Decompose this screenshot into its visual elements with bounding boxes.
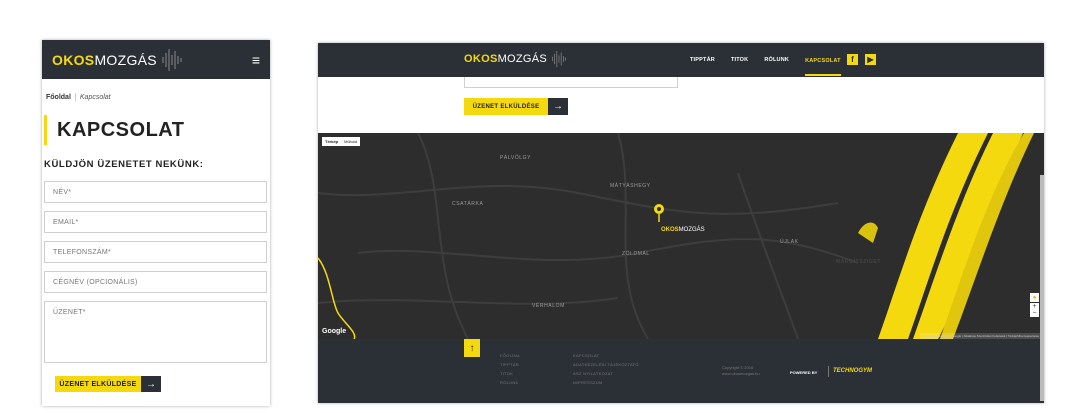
logo-regular-text: MOZGÁS [497,53,548,65]
arrow-right-icon: → [141,376,161,392]
desktop-preview: ÜZENET ELKÜLDÉSE → OKOS MOZGÁS TIPPTÁR T… [318,43,1044,403]
copyright: Copyright © 2016 www.okosmozgas.hu [722,365,760,377]
logo-bold-text: OKOS [464,53,498,65]
youtube-icon[interactable]: ▶ [865,54,876,65]
zoom-control[interactable]: + − [1030,303,1039,317]
zoom-in-icon[interactable]: + [1032,303,1036,310]
email-field[interactable]: EMAIL* [44,211,267,233]
message-textarea[interactable] [464,77,678,88]
soundwave-icon [162,48,182,71]
footer-link[interactable]: ADATKEZELÉSI TÁJÉKOZTATÓ [573,362,639,367]
map-type-muhold[interactable]: Műhold [341,137,360,146]
map-label: PÁLVÖLGY [500,155,532,161]
footer-link[interactable]: ASZ NYILATKOZAT [573,371,639,376]
main-menu: TIPPTÁR TITOK RÓLUNK KAPCSOLAT [690,43,841,77]
hamburger-icon[interactable]: ≡ [252,52,260,68]
screenshot-stage: OKOS MOZGÁS ≡ Főoldal Kapcsolat KAPCSOLA… [0,0,1072,413]
map-label: MARGITSZIGET [836,259,881,265]
page-title: KAPCSOLAT [44,115,270,145]
map-label: ÚJLAK [780,239,799,245]
technogym-logo[interactable]: TECHNOGYM [828,366,876,377]
logo-bold-text: OKOS [52,51,95,68]
breadcrumb: Főoldal Kapcsolat [42,79,270,101]
map-label: CSATÁRKA [452,201,484,207]
footer-link[interactable]: FŐOLDAL [500,353,521,358]
mobile-header: OKOS MOZGÁS ≡ [42,40,270,79]
nav-item-titok[interactable]: TITOK [731,57,748,63]
site-logo[interactable]: OKOS MOZGÁS [464,49,567,69]
map-roads [318,133,1034,339]
desktop-navbar: OKOS MOZGÁS TIPPTÁR TITOK RÓLUNK KAPCSOL… [318,43,1044,77]
footer-link[interactable]: RÓLUNK [500,380,521,385]
submit-label: ÜZENET ELKÜLDÉSE [55,376,141,392]
scroll-top-icon[interactable]: ↑ [464,339,480,357]
footer-link[interactable]: TITOK [500,371,521,376]
site-footer: ↑ FŐOLDAL TIPPTÁR TITOK RÓLUNK KAPCSOLAT… [318,339,1044,403]
footer-link[interactable]: KAPCSOLAT [573,353,639,358]
pin-label-regular: MOZGÁS [678,227,705,233]
nav-item-kapcsolat[interactable]: KAPCSOLAT [805,45,841,76]
map-pin-icon[interactable] [653,203,665,223]
footer-links-1: FŐOLDAL TIPPTÁR TITOK RÓLUNK [500,353,521,385]
message-field[interactable]: ÜZENET* [44,301,267,363]
footer-link[interactable]: IMPRESSZUM [573,380,639,385]
nav-item-rolunk[interactable]: RÓLUNK [764,57,789,63]
mobile-submit-button[interactable]: ÜZENET ELKÜLDÉSE → [55,376,161,392]
breadcrumb-home[interactable]: Főoldal [46,94,71,101]
map-label: VÉRHALOM [532,303,565,309]
map-pin-label: OKOSMOZGÁS [661,227,705,233]
powered-by-label: POWERED BY [790,370,818,375]
breadcrumb-separator [74,93,76,101]
facebook-icon[interactable]: f [847,54,858,65]
scrollbar[interactable] [1040,175,1044,401]
pin-label-bold: OKOS [661,227,679,233]
map-type-terkep[interactable]: Térkép [322,137,341,146]
google-map[interactable]: Térkép Műhold PÁLVÖLGY MÁTYÁSHEGY CSATÁR… [318,133,1044,339]
footer-link[interactable]: TIPPTÁR [500,362,521,367]
phone-field[interactable]: TELEFONSZÁM* [44,241,267,263]
nav-item-tipptar[interactable]: TIPPTÁR [690,57,715,63]
submit-label: ÜZENET ELKÜLDÉSE [464,98,548,115]
footer-links-2: KAPCSOLAT ADATKEZELÉSI TÁJÉKOZTATÓ ASZ N… [573,353,639,385]
site-logo[interactable]: OKOS MOZGÁS [52,47,183,73]
name-field[interactable]: NÉV* [44,181,267,203]
arrow-right-icon: → [548,98,568,115]
google-logo: Google [322,328,347,335]
breadcrumb-current: Kapcsolat [79,93,111,101]
map-type-toggle[interactable]: Térkép Műhold [322,137,361,146]
desktop-submit-button[interactable]: ÜZENET ELKÜLDÉSE → [464,98,568,115]
soundwave-icon [552,51,566,67]
map-label: ZÖLDMÁL [622,251,650,257]
pegman-icon[interactable]: ● [1030,293,1039,302]
form-heading: KÜLDJÖN ÜZENETET NEKÜNK: [44,159,204,170]
website-link[interactable]: www.okosmozgas.hu [722,371,760,377]
map-label: MÁTYÁSHEGY [610,183,651,189]
company-field[interactable]: CÉGNÉV (OPCIONÁLIS) [44,271,267,293]
logo-regular-text: MOZGÁS [94,51,157,68]
mobile-preview: OKOS MOZGÁS ≡ Főoldal Kapcsolat KAPCSOLA… [42,40,270,406]
zoom-out-icon[interactable]: − [1032,310,1036,317]
